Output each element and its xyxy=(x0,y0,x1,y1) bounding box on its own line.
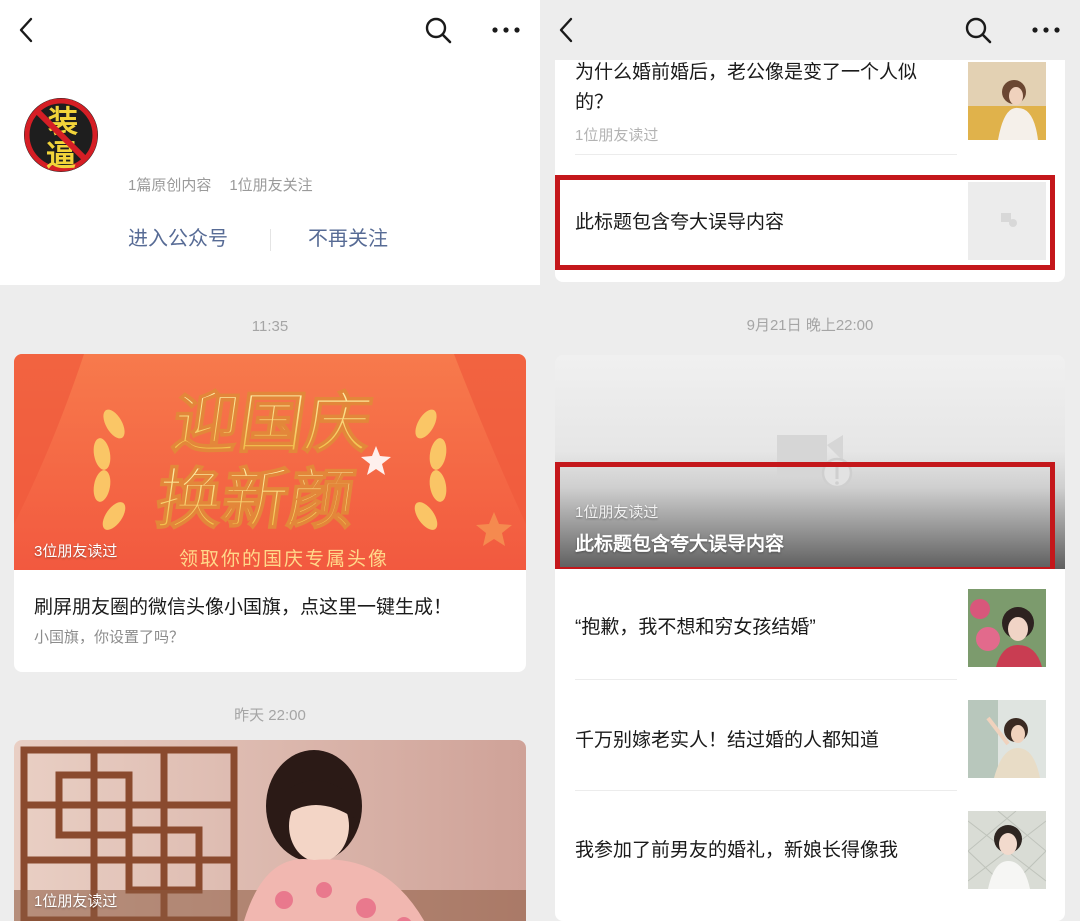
profile-actions: 进入公众号 不再关注 xyxy=(0,222,540,256)
highlight-frame-flagged-title xyxy=(555,175,1055,270)
highlight-frame-flagged-cover xyxy=(555,462,1055,572)
unfollow-button[interactable]: 不再关注 xyxy=(308,222,388,251)
banner-headline-2: 换新颜 xyxy=(151,460,360,538)
row-divider xyxy=(575,154,957,155)
back-icon[interactable] xyxy=(14,14,38,46)
enter-account-button[interactable]: 进入公众号 xyxy=(128,222,228,251)
account-avatar: 装 逼 xyxy=(24,98,98,174)
read-count: 1位朋友读过 xyxy=(34,893,118,910)
profile-stats: 1篇原创内容 1位朋友关注 xyxy=(128,174,313,195)
article-card-national-day[interactable]: 迎国庆 换新颜 领取你的国庆专属头像 3位朋友读过 刷屏朋友圈的微信头像小国旗，… xyxy=(14,354,526,672)
feed-timestamp: 昨天 22:00 xyxy=(234,707,306,724)
article-row[interactable]: “抱歉，我不想和穷女孩结婚” xyxy=(555,569,1065,679)
feed-timestamp: 11:35 xyxy=(251,318,289,335)
article-banner: 迎国庆 换新颜 领取你的国庆专属头像 3位朋友读过 xyxy=(14,354,526,570)
top-nav-bar xyxy=(0,0,540,60)
national-day-banner-art: 迎国庆 换新颜 领取你的国庆专属头像 xyxy=(14,354,526,570)
article-thumbnail xyxy=(968,62,1046,140)
banner-caption: 领取你的国庆专属头像 xyxy=(179,548,389,570)
article-card-photo[interactable]: 1位朋友读过 xyxy=(14,740,526,921)
banner-headline-1: 迎国庆 xyxy=(168,384,377,462)
top-nav-bar xyxy=(540,0,1080,60)
article-row[interactable]: 我参加了前男友的婚礼，新娘长得像我 xyxy=(555,791,1065,921)
right-phone-screen: 为什么婚前婚后，老公像是变了一个人似的？ 1位朋友读过 此标题包含夸大误导内容 … xyxy=(540,0,1080,921)
article-title: 千万别嫁老实人！结过婚的人都知道 xyxy=(575,730,880,751)
more-icon[interactable] xyxy=(490,20,522,40)
friends-following: 1位朋友关注 xyxy=(229,177,313,194)
account-profile-card: 装 逼 1篇原创内容 1位朋友关注 进入公众号 不再关注 xyxy=(0,60,540,285)
article-list-card: “抱歉，我不想和穷女孩结婚” 千万别嫁老实人！结过婚的人都知道 我参加了前男友的… xyxy=(555,569,1065,921)
feed-timestamp: 9月21日 晚上22:00 xyxy=(746,317,874,334)
article-title: 我参加了前男友的婚礼，新娘长得像我 xyxy=(575,840,899,861)
article-title: “抱歉，我不想和穷女孩结婚” xyxy=(575,617,816,638)
back-icon[interactable] xyxy=(554,14,578,46)
article-title: 为什么婚前婚后，老公像是变了一个人似的？ xyxy=(575,62,918,113)
action-divider xyxy=(270,229,271,251)
read-count: 1位朋友读过 xyxy=(575,127,659,144)
article-thumbnail xyxy=(968,811,1046,889)
search-icon[interactable] xyxy=(424,16,452,44)
left-phone-screen: 装 逼 1篇原创内容 1位朋友关注 进入公众号 不再关注 11:35 迎国庆 换… xyxy=(0,0,540,921)
article-thumbnail xyxy=(968,589,1046,667)
article-description: 小国旗，你设置了吗？ xyxy=(34,629,185,646)
article-row[interactable]: 千万别嫁老实人！结过婚的人都知道 xyxy=(555,680,1065,790)
article-thumbnail xyxy=(968,700,1046,778)
article-row[interactable]: 为什么婚前婚后，老公像是变了一个人似的？ 1位朋友读过 xyxy=(555,52,1065,160)
article-title: 刷屏朋友圈的微信头像小国旗，点这里一键生成！ xyxy=(34,597,453,618)
original-count: 1篇原创内容 xyxy=(128,177,212,194)
more-icon[interactable] xyxy=(1030,20,1062,40)
read-count: 3位朋友读过 xyxy=(34,543,118,560)
search-icon[interactable] xyxy=(964,16,992,44)
